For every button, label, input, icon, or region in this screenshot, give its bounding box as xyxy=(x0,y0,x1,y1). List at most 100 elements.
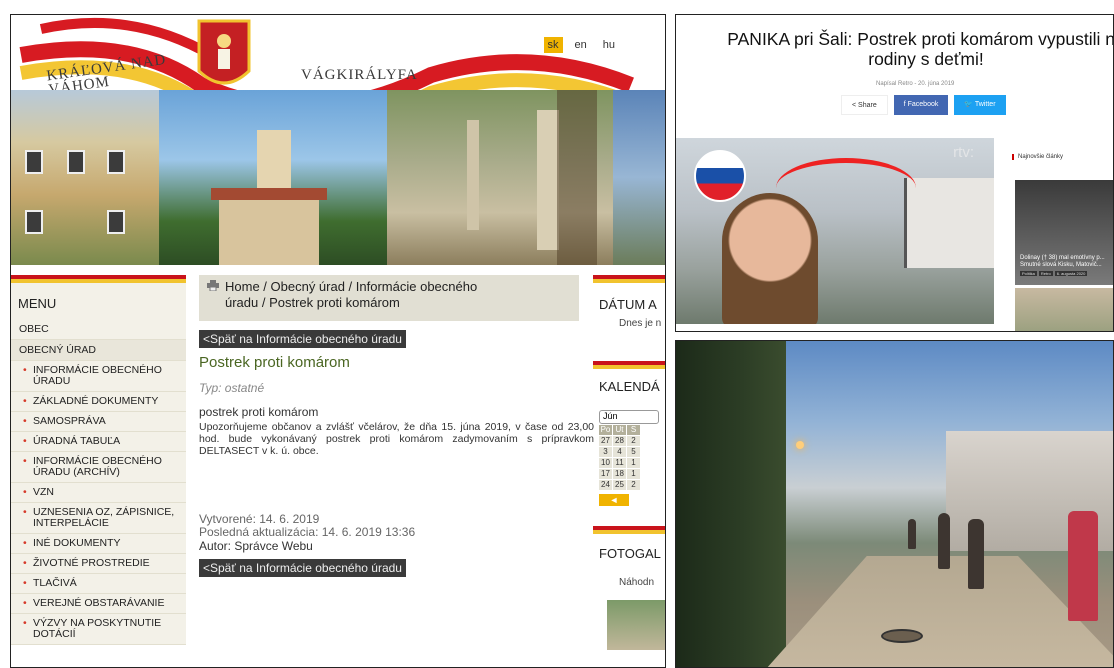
municipal-website-panel: KRÁĽOVÁ NAD VÁHOM VÁGKIRÁLYFA sk en hu M… xyxy=(10,14,666,668)
breadcrumb-line-2[interactable]: úradu / Postrek proti komárom xyxy=(225,295,573,311)
latest-article-thumb-1[interactable] xyxy=(1015,180,1113,285)
menu-item[interactable]: OBECNÝ ÚRAD xyxy=(11,340,186,361)
calendar-week-row: 345 xyxy=(599,447,665,457)
latest-articles-label: Najnovšie články xyxy=(1012,154,1063,160)
calendar-weekday: Ut xyxy=(613,425,626,435)
twitter-label: Twitter xyxy=(974,101,996,108)
calendar-grid: Po Ut S 27 28 2 3 4 5 10 11 1 17 18 1 24 25 2 xyxy=(599,425,665,490)
calendar-title: KALENDÁ xyxy=(599,379,660,394)
calendar-prev-button[interactable]: ◄ xyxy=(599,494,629,506)
calendar-day[interactable]: 4 xyxy=(613,447,626,457)
calendar-day[interactable]: 1 xyxy=(627,469,640,479)
calendar-weekday: S xyxy=(627,425,640,435)
breadcrumb: Home / Obecný úrad / Informácie obecného… xyxy=(199,275,579,321)
calendar-week-row: 10 11 1 xyxy=(599,458,665,468)
calendar-day[interactable]: 2 xyxy=(627,436,640,446)
calendar-day[interactable]: 10 xyxy=(599,458,612,468)
date-widget-text: Dnes je n xyxy=(619,318,662,329)
menu-item[interactable]: ŽIVOTNÉ PROSTREDIE xyxy=(11,554,186,574)
calendar-widget: KALENDÁ Jún Po Ut S 27 28 2 3 4 5 10 11 1 17 18 1 24 25 2… xyxy=(593,361,665,506)
news-headline: PANIKA pri Šali: Postrek proti komárom v… xyxy=(727,29,1114,69)
coat-of-arms-icon xyxy=(197,19,251,85)
hero-house xyxy=(904,178,994,268)
back-link-top[interactable]: <Späť na Informácie obecného úradu xyxy=(199,330,406,348)
calendar-day[interactable]: 24 xyxy=(599,480,612,490)
banner-photo-church xyxy=(159,90,387,265)
sidebar-accent-bar xyxy=(11,275,186,283)
town-name-hu: VÁGKIRÁLYFA xyxy=(301,67,418,83)
menu-item[interactable]: UZNESENIA OZ, ZÁPISNICE, INTERPELÁCIE xyxy=(11,503,186,534)
article-type: Typ: ostatné xyxy=(199,381,265,395)
menu-item[interactable]: VEREJNÉ OBSTARÁVANIE xyxy=(11,594,186,614)
news-byline: Napísal Retro - 20. júna 2019 xyxy=(876,81,955,87)
calendar-day[interactable]: 17 xyxy=(599,469,612,479)
menu-item[interactable]: INFORMÁCIE OBECNÉHO ÚRADU xyxy=(11,361,186,392)
calendar-weekday-row: Po Ut S xyxy=(599,425,665,435)
right-sidebar: DÁTUM A Dnes je n KALENDÁ Jún Po Ut S 27 28 2… xyxy=(593,275,665,667)
slovak-flag-icon xyxy=(694,150,746,202)
gallery-subtitle: Náhodn xyxy=(619,577,655,588)
share-buttons: < Share f Facebook 🐦 Twitter xyxy=(841,95,1006,115)
site-banner: KRÁĽOVÁ NAD VÁHOM VÁGKIRÁLYFA sk en hu xyxy=(11,15,665,265)
menu-title: MENU xyxy=(11,283,186,319)
calendar-day[interactable]: 27 xyxy=(599,436,612,446)
photo-person xyxy=(1068,511,1098,621)
calendar: Jún Po Ut S 27 28 2 3 4 5 10 11 1 17 18 1 24 25 2 ◄ xyxy=(599,410,665,506)
calendar-day[interactable]: 28 xyxy=(613,436,626,446)
article-author: Autor: Správce Webu xyxy=(199,539,313,553)
calendar-day[interactable]: 11 xyxy=(613,458,626,468)
breadcrumb-line-1[interactable]: Home / Obecný úrad / Informácie obecného xyxy=(225,279,573,295)
tag-date: 6. augusta 2020 xyxy=(1054,271,1088,276)
banner-photo-cemetery xyxy=(387,90,613,265)
news-hero-image: rtv: xyxy=(676,138,994,324)
calendar-day[interactable]: 5 xyxy=(627,447,640,457)
menu-item[interactable]: TLAČIVÁ xyxy=(11,574,186,594)
calendar-week-row: 17 18 1 xyxy=(599,469,665,479)
menu-item[interactable]: VZN xyxy=(11,483,186,503)
facebook-share-button[interactable]: f Facebook xyxy=(893,95,949,115)
tag-author[interactable]: Retro xyxy=(1038,271,1053,276)
photo-street-lamp xyxy=(796,441,804,449)
menu-list: OBECOBECNÝ ÚRADINFORMÁCIE OBECNÉHO ÚRADU… xyxy=(11,319,186,645)
banner-photo-river xyxy=(613,90,665,265)
calendar-day[interactable]: 1 xyxy=(627,458,640,468)
photo-person xyxy=(938,513,950,569)
calendar-day[interactable]: 18 xyxy=(613,469,626,479)
facebook-label: Facebook xyxy=(907,101,939,108)
share-label: Share xyxy=(858,102,877,109)
latest-article-1-title[interactable]: Dolinay († 38) mal emotívny p... Smutné … xyxy=(1020,255,1113,269)
article-subtitle: postrek proti komárom xyxy=(199,405,319,419)
rtv-watermark: rtv: xyxy=(953,144,974,161)
screenshot-collage: KRÁĽOVÁ NAD VÁHOM VÁGKIRÁLYFA sk en hu M… xyxy=(0,0,1114,668)
calendar-day[interactable]: 2 xyxy=(627,480,640,490)
street-fog-photo xyxy=(675,340,1114,668)
print-icon[interactable] xyxy=(207,280,219,291)
back-link-bottom[interactable]: <Späť na Informácie obecného úradu xyxy=(199,559,406,577)
lang-en[interactable]: en xyxy=(571,37,591,53)
menu-item[interactable]: OBEC xyxy=(11,319,186,340)
share-button[interactable]: < Share xyxy=(841,95,888,115)
lang-sk[interactable]: sk xyxy=(543,37,563,53)
latest-article-thumb-2[interactable] xyxy=(1015,288,1113,331)
twitter-share-button[interactable]: 🐦 Twitter xyxy=(954,95,1006,115)
tag-politika[interactable]: Politika xyxy=(1020,271,1037,276)
menu-item[interactable]: SAMOSPRÁVA xyxy=(11,412,186,432)
lang-hu[interactable]: hu xyxy=(599,37,619,53)
menu-item[interactable]: VÝZVY NA POSKYTNUTIE DOTÁCIÍ xyxy=(11,614,186,645)
menu-item[interactable]: INFORMÁCIE OBECNÉHO ÚRADU (ARCHÍV) xyxy=(11,452,186,483)
date-widget: DÁTUM A Dnes je n xyxy=(593,275,665,329)
calendar-day[interactable]: 3 xyxy=(599,447,612,457)
latest-article-1-tags: Politika Retro 6. augusta 2020 xyxy=(1020,271,1089,276)
hero-shocked-woman xyxy=(722,193,818,324)
article-updated: Posledná aktualizácia: 14. 6. 2019 13:36 xyxy=(199,525,416,539)
gallery-photo[interactable] xyxy=(607,600,665,650)
menu-item[interactable]: INÉ DOKUMENTY xyxy=(11,534,186,554)
photo-trees xyxy=(676,341,786,667)
calendar-month-select[interactable]: Jún xyxy=(599,410,659,424)
calendar-day[interactable]: 25 xyxy=(613,480,626,490)
gallery-title: FOTOGAL xyxy=(599,546,661,561)
menu-item[interactable]: ZÁKLADNÉ DOKUMENTY xyxy=(11,392,186,412)
menu-item[interactable]: ÚRADNÁ TABUĽA xyxy=(11,432,186,452)
article-content: <Späť na Informácie obecného úradu Postr… xyxy=(199,330,594,583)
gallery-widget: FOTOGAL Náhodn xyxy=(593,526,665,650)
